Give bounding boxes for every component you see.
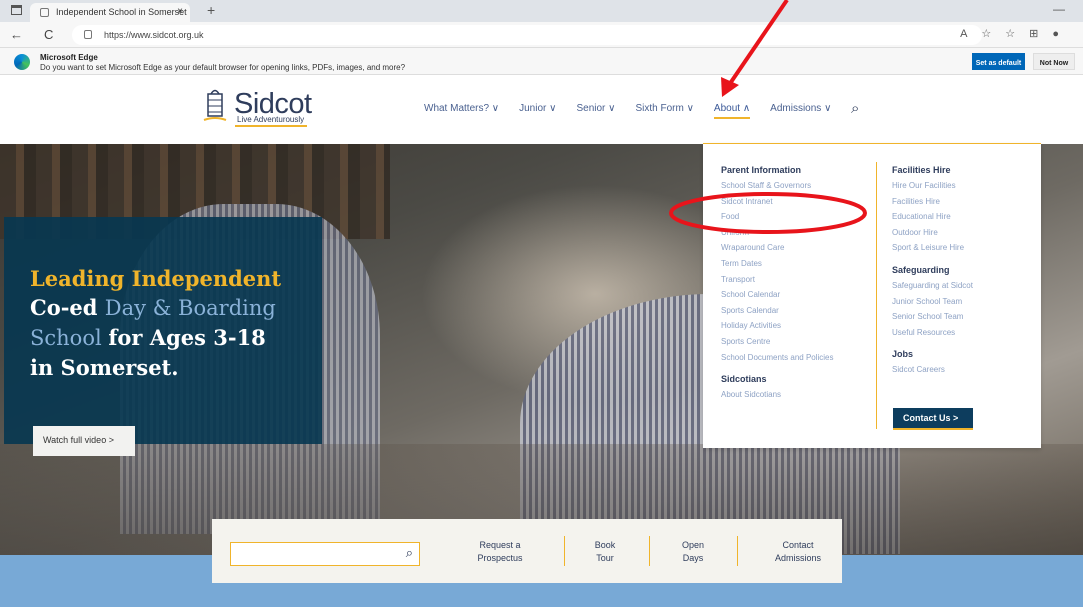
request-prospectus-link[interactable]: Request a Prospectus — [470, 539, 530, 565]
contact-admissions-link[interactable]: Contact Admissions — [765, 539, 831, 565]
dropdown-item[interactable]: About Sidcotians — [721, 390, 834, 406]
nav-junior[interactable]: Junior ∨ — [519, 103, 556, 119]
dropdown-heading-parent-information[interactable]: Parent Information — [721, 165, 834, 175]
refresh-icon[interactable]: C — [44, 27, 53, 42]
hero-headline: Leading Independent Co-ed Day & Boarding… — [30, 264, 330, 382]
hero-line-1: Leading Independent — [30, 266, 282, 291]
open-line-1: Open — [681, 540, 705, 550]
hero-line-2a: Co-ed — [30, 295, 105, 320]
quick-links-bar: ⌕ Request a Prospectus Book Tour Open Da… — [212, 519, 842, 583]
minimize-icon[interactable]: — — [1053, 2, 1065, 16]
dropdown-heading-facilities-hire[interactable]: Facilities Hire — [892, 165, 973, 175]
infobar-message: Do you want to set Microsoft Edge as you… — [40, 63, 406, 72]
open-days-link[interactable]: Open Days — [673, 539, 713, 565]
site-header: Sidcot Live Adventurously What Matters? … — [0, 76, 1083, 144]
infobar-title: Microsoft Edge — [40, 53, 98, 62]
dropdown-item[interactable]: Hire Our Facilities — [892, 181, 973, 197]
nav-senior[interactable]: Senior ∨ — [576, 103, 615, 119]
dropdown-heading-jobs[interactable]: Jobs — [892, 349, 973, 359]
request-line-1: Request a — [479, 540, 521, 550]
dropdown-item[interactable]: Safeguarding at Sidcot — [892, 281, 973, 297]
hero-line-3a: School — [30, 326, 109, 350]
book-line-1: Book — [594, 540, 616, 550]
nav-admissions[interactable]: Admissions ∨ — [770, 103, 831, 119]
dropdown-item[interactable]: Outdoor Hire — [892, 228, 973, 244]
logo-tagline: Live Adventurously — [237, 115, 305, 124]
dropdown-item[interactable]: Holiday Activities — [721, 321, 834, 337]
dropdown-item[interactable]: Term Dates — [721, 259, 834, 275]
dropdown-item[interactable]: Wraparound Care — [721, 243, 834, 259]
request-line-2: Prospectus — [477, 553, 523, 563]
dropdown-item-sidcot-intranet[interactable]: Sidcot Intranet — [721, 197, 834, 213]
dropdown-item[interactable]: Useful Resources — [892, 328, 973, 344]
favicon-icon — [40, 8, 49, 17]
dropdown-item[interactable]: Educational Hire — [892, 212, 973, 228]
dropdown-item[interactable]: School Documents and Policies — [721, 353, 834, 369]
edge-logo-icon — [14, 54, 30, 70]
dropdown-heading-safeguarding[interactable]: Safeguarding — [892, 265, 973, 275]
default-browser-infobar: Microsoft Edge Do you want to set Micros… — [0, 48, 1083, 75]
quick-search-input[interactable]: ⌕ — [230, 542, 420, 566]
dropdown-heading-sidcotians[interactable]: Sidcotians — [721, 374, 834, 384]
dropdown-column-divider — [876, 162, 877, 429]
dropdown-item[interactable]: Sports Calendar — [721, 306, 834, 322]
contact-us-button[interactable]: Contact Us > — [893, 408, 973, 430]
nav-sixth-form[interactable]: Sixth Form ∨ — [635, 103, 693, 119]
watch-full-video-button[interactable]: Watch full video > — [33, 426, 135, 456]
book-tour-link[interactable]: Book Tour — [585, 539, 625, 565]
hero-line-3b: for Ages 3-18 — [108, 325, 266, 350]
about-dropdown-menu: Parent Information School Staff & Govern… — [703, 143, 1041, 448]
url-text: https://www.sidcot.org.uk — [104, 30, 204, 40]
window-menu-icon[interactable] — [11, 5, 22, 15]
logo-underline — [235, 125, 307, 127]
nav-about[interactable]: About ∧ — [713, 103, 751, 119]
tab-title: Independent School in Somerset — [56, 7, 187, 17]
hero-line-2b: Day & Boarding — [104, 296, 276, 320]
dropdown-item[interactable]: School Staff & Governors — [721, 181, 834, 197]
set-as-default-button[interactable]: Set as default — [972, 53, 1025, 70]
dropdown-item[interactable]: Sports Centre — [721, 337, 834, 353]
browser-toolbar-icons[interactable]: A☆☆⊞● — [960, 27, 1073, 40]
nav-what-matters[interactable]: What Matters? ∨ — [424, 103, 499, 119]
dropdown-item[interactable]: Sport & Leisure Hire — [892, 243, 973, 259]
dropdown-item[interactable]: Transport — [721, 275, 834, 291]
browser-tab-strip: Independent School in Somerset × + — — [0, 0, 1083, 22]
dropdown-column-parent: Parent Information School Staff & Govern… — [721, 165, 834, 406]
back-icon[interactable]: ← — [10, 27, 23, 42]
tab-close-icon[interactable]: × — [177, 6, 183, 17]
dropdown-item[interactable]: Uniform — [721, 228, 834, 244]
dropdown-column-facilities: Facilities Hire Hire Our Facilities Faci… — [892, 165, 973, 381]
quick-divider — [649, 536, 650, 566]
quick-divider — [564, 536, 565, 566]
contact-line-2: Admissions — [774, 553, 821, 563]
dropdown-item[interactable]: Sidcot Careers — [892, 365, 973, 381]
quick-divider — [737, 536, 738, 566]
contact-line-1: Contact — [782, 540, 814, 550]
dropdown-item[interactable]: Food — [721, 212, 834, 228]
browser-tab[interactable]: Independent School in Somerset × — [30, 3, 190, 22]
dropdown-item[interactable]: Junior School Team — [892, 297, 973, 313]
lock-icon[interactable] — [84, 30, 92, 39]
address-bar[interactable]: https://www.sidcot.org.uk — [72, 25, 982, 45]
book-line-2: Tour — [596, 553, 614, 563]
address-bar-row: ← C https://www.sidcot.org.uk A☆☆⊞● — [0, 22, 1083, 48]
not-now-button[interactable]: Not Now — [1033, 53, 1075, 70]
dropdown-item[interactable]: School Calendar — [721, 290, 834, 306]
dropdown-item[interactable]: Facilities Hire — [892, 197, 973, 213]
main-nav: What Matters? ∨ Junior ∨ Senior ∨ Sixth … — [424, 103, 851, 119]
quick-search-icon[interactable]: ⌕ — [406, 545, 413, 561]
search-icon[interactable]: ⌕ — [851, 100, 859, 117]
hero-line-4: in Somerset. — [30, 355, 179, 380]
open-line-2: Days — [682, 553, 704, 563]
sidcot-crest-icon — [203, 89, 227, 121]
dropdown-item[interactable]: Senior School Team — [892, 312, 973, 328]
new-tab-button[interactable]: + — [207, 2, 215, 18]
